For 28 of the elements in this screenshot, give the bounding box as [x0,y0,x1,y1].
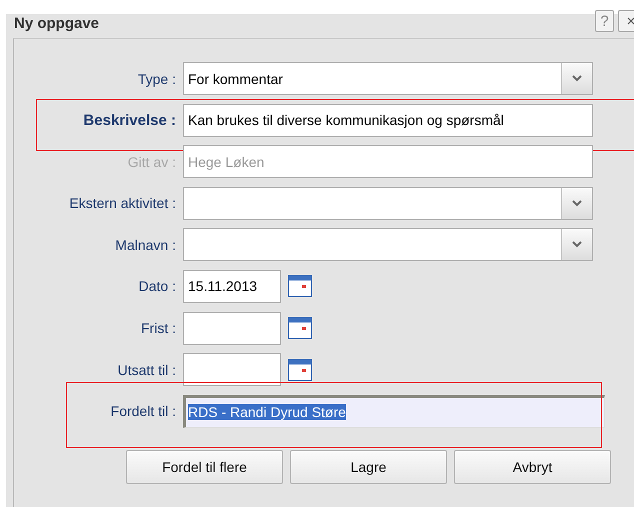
field-label: Frist : [141,320,176,336]
dialog-button[interactable]: Lagre [290,450,447,484]
date-field[interactable]: 15.11.2013 [183,270,281,303]
text-field[interactable]: Kan brukes til diverse kommunikasjon og spørsmål [183,104,593,137]
dialog-button[interactable]: Avbryt [454,450,611,484]
dropdown-field[interactable] [183,186,593,220]
date-field[interactable] [183,353,281,386]
text-field[interactable]: RDS - Randi Dyrud Støre [183,394,605,428]
field-label: Fordelt til : [110,403,176,420]
field-label: Utsatt til : [118,362,176,378]
window-title: Ny oppgave [14,15,100,32]
calendar-icon[interactable] [288,358,312,381]
dialog-button[interactable]: Fordel til flere [126,450,283,484]
close-button[interactable]: × [618,10,634,32]
date-field[interactable] [183,312,281,345]
field-label: Gitt av : [128,154,176,170]
field-label: Dato : [138,278,176,294]
field-label: Beskrivelse : [83,112,176,129]
calendar-icon[interactable] [288,317,312,340]
caret-icon [572,241,582,248]
field-label: Ekstern aktivitet : [69,195,176,212]
calendar-icon[interactable] [288,275,312,298]
field-label: Type : [138,70,176,86]
caret-icon [572,75,582,82]
dropdown-field[interactable] [183,228,593,262]
field-label: Malnavn : [115,236,176,253]
dropdown-field[interactable]: For kommentar [183,62,593,95]
caret-icon [572,200,582,207]
